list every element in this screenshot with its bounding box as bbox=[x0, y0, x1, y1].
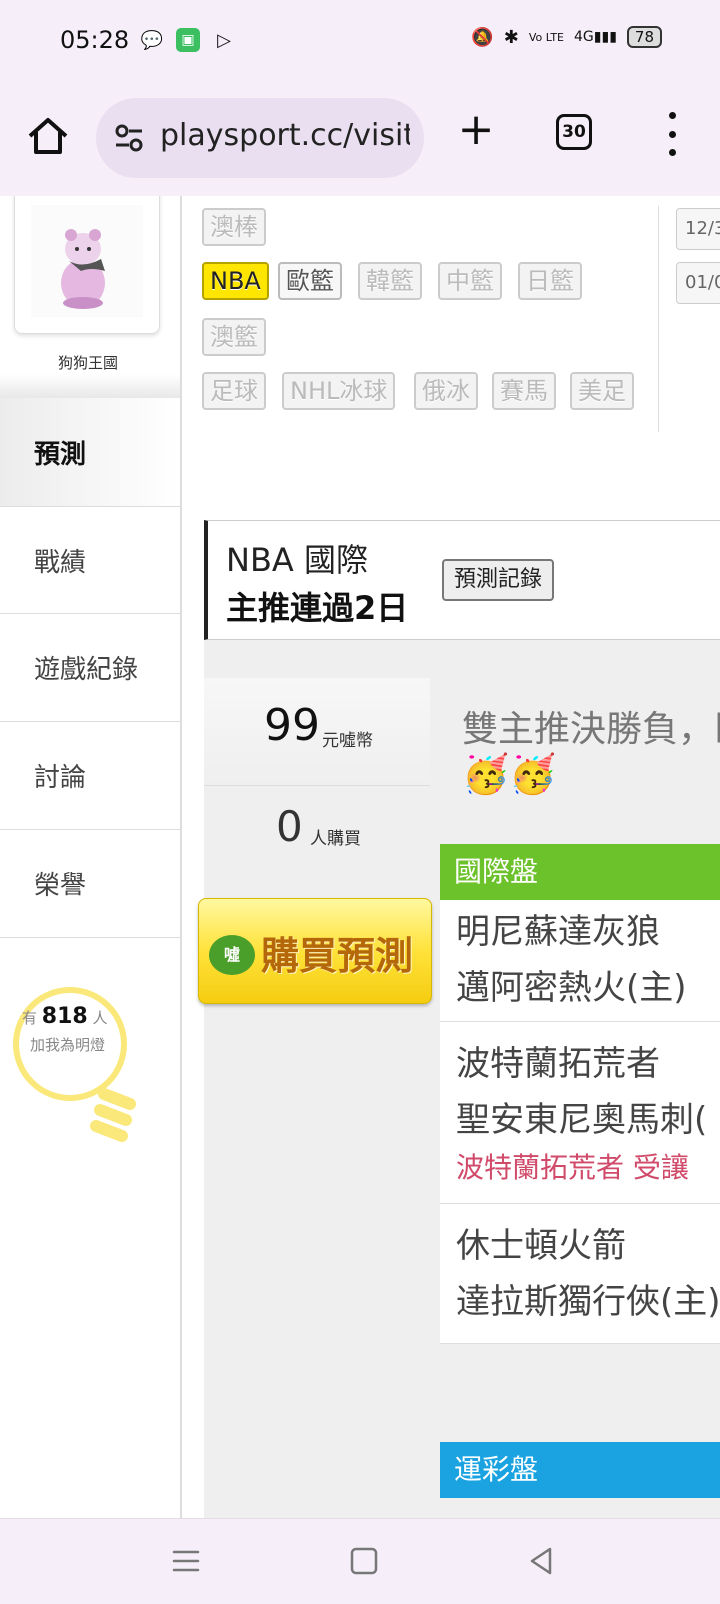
sidebar-border bbox=[180, 196, 182, 1518]
bluetooth-icon: ✱ bbox=[503, 26, 519, 48]
notification-icons: 💬 ▣ ▷ bbox=[140, 28, 236, 52]
new-tab-button[interactable]: + bbox=[456, 108, 496, 152]
match-home-team: 聖安東尼奧馬刺( bbox=[456, 1100, 708, 1140]
profile-name[interactable]: 狗狗王國 bbox=[0, 352, 176, 373]
chat-bubble-icon: 💬 bbox=[140, 29, 164, 51]
fans-prefix: 有 bbox=[22, 1009, 38, 1027]
sidebar-tab-label: 榮譽 bbox=[34, 871, 87, 901]
price-value: 99 bbox=[264, 700, 320, 751]
site-settings-icon[interactable] bbox=[114, 124, 144, 152]
tab-switcher-button[interactable]: 30 bbox=[556, 114, 592, 150]
url-text[interactable]: playsport.cc/visit bbox=[160, 118, 410, 153]
sidebar-tab-predict[interactable]: 預測 bbox=[0, 398, 180, 506]
menu-dot-icon bbox=[668, 149, 676, 156]
recent-apps-icon[interactable] bbox=[166, 1541, 206, 1581]
play-store-icon: ▷ bbox=[217, 29, 231, 51]
filter-chip[interactable]: 中籃 bbox=[438, 262, 502, 300]
status-time: 05:28 bbox=[60, 26, 130, 54]
sidebar-tab-label: 預測 bbox=[34, 439, 87, 470]
address-bar[interactable]: playsport.cc/visit bbox=[96, 98, 424, 178]
fans-number: 818 bbox=[41, 1004, 88, 1029]
sidebar-tab-honor[interactable]: 榮譽 bbox=[0, 830, 180, 938]
match-home-team: 邁阿密熱火(主) bbox=[456, 968, 687, 1008]
buy-prediction-label: 購買預測 bbox=[261, 934, 414, 978]
menu-dot-icon bbox=[668, 130, 676, 138]
fans-suffix: 人 bbox=[92, 1009, 108, 1027]
sidebar-tab-discussion[interactable]: 討論 bbox=[0, 722, 180, 830]
profile-card[interactable] bbox=[14, 196, 160, 334]
fans-label: 加我為明燈 bbox=[30, 1036, 106, 1054]
battery-icon: 78 bbox=[626, 26, 662, 48]
volte-icon: Vo LTE bbox=[528, 30, 565, 44]
sidebar-tab-label: 遊戲紀錄 bbox=[34, 655, 139, 685]
filter-divider bbox=[658, 206, 659, 432]
price-box: 99 元噓幣 bbox=[204, 678, 430, 786]
mute-icon: 🔕 bbox=[471, 26, 494, 48]
filter-chip[interactable]: 澳棒 bbox=[202, 208, 266, 246]
filter-chip[interactable]: 足球 bbox=[202, 372, 266, 410]
buy-prediction-button[interactable]: 噓 購買預測 bbox=[198, 898, 432, 1004]
prediction-league: NBA 國際 bbox=[226, 541, 368, 579]
status-bar: 05:28 💬 ▣ ▷ 🔕 ✱ Vo LTE 4G▮▮▮ 78 bbox=[0, 0, 720, 84]
network-type: 4G bbox=[574, 29, 594, 45]
prediction-record-button[interactable]: 預測記錄 bbox=[442, 559, 555, 601]
date-selector[interactable]: 12/3 bbox=[676, 208, 720, 250]
battery-level: 78 bbox=[634, 28, 654, 46]
filter-chip[interactable]: 俄冰 bbox=[414, 372, 478, 410]
sidebar-tab-label: 討論 bbox=[34, 763, 87, 793]
match-home-team: 達拉斯獨行俠(主) bbox=[456, 1282, 720, 1322]
filter-chip[interactable]: NHL冰球 bbox=[282, 372, 396, 410]
date-selector[interactable]: 01/0 bbox=[676, 262, 720, 304]
section-lottery: 運彩盤 bbox=[440, 1442, 720, 1498]
menu-dot-icon bbox=[668, 112, 676, 119]
sidebar-tab-game-log[interactable]: 遊戲紀錄 bbox=[0, 614, 180, 722]
system-nav-bar bbox=[0, 1518, 720, 1604]
sidebar-tab-record[interactable]: 戰績 bbox=[0, 506, 180, 614]
page-content: 狗狗王國 預測 戰績 遊戲紀錄 討論 榮譽 有 818 人 加我為明燈 澳棒 N… bbox=[0, 196, 720, 1518]
avatar bbox=[31, 205, 143, 317]
sidebar-tab-label: 戰績 bbox=[34, 547, 87, 578]
section-international: 國際盤 bbox=[440, 844, 720, 900]
back-icon[interactable] bbox=[522, 1541, 562, 1581]
prediction-streak: 主推連過2日 bbox=[226, 589, 409, 627]
prediction-header: NBA 國際 主推連過2日 預測記錄 bbox=[204, 520, 720, 640]
filter-chip[interactable]: 美足 bbox=[570, 372, 634, 410]
match-handicap-note: 波特蘭拓荒者 受讓 bbox=[456, 1151, 689, 1184]
party-emoji: 🥳🥳 bbox=[462, 752, 557, 796]
home-nav-icon[interactable] bbox=[344, 1541, 384, 1581]
browser-menu-button[interactable] bbox=[660, 112, 684, 156]
match-away-team: 明尼蘇達灰狼 bbox=[456, 912, 660, 952]
filter-chip[interactable]: 賽馬 bbox=[492, 372, 556, 410]
price-unit: 元噓幣 bbox=[322, 731, 373, 751]
browser-toolbar: playsport.cc/visit + 30 bbox=[0, 84, 720, 196]
filter-chip[interactable]: 日籃 bbox=[518, 262, 582, 300]
system-status-icons: 🔕 ✱ Vo LTE 4G▮▮▮ 78 bbox=[471, 26, 662, 48]
match-away-team: 波特蘭拓荒者 bbox=[456, 1044, 660, 1084]
filter-chip[interactable]: 歐籃 bbox=[278, 262, 342, 300]
prediction-headline: 雙主推決勝負，卧 bbox=[462, 709, 720, 750]
home-icon[interactable] bbox=[26, 114, 70, 158]
match-item[interactable]: 波特蘭拓荒者 聖安東尼奧馬刺( 波特蘭拓荒者 受讓 bbox=[440, 1022, 720, 1204]
signal-icon: 4G▮▮▮ bbox=[574, 29, 617, 45]
match-away-team: 休士頓火箭 bbox=[456, 1226, 626, 1266]
coin-icon: 噓 bbox=[209, 935, 255, 975]
match-item[interactable]: 休士頓火箭 達拉斯獨行俠(主) bbox=[440, 1204, 720, 1344]
filter-chip-selected[interactable]: NBA bbox=[202, 262, 269, 300]
fans-count: 有 818 人 bbox=[22, 1004, 108, 1029]
filter-chip[interactable]: 澳籃 bbox=[202, 318, 266, 356]
app-notification-icon: ▣ bbox=[176, 28, 200, 52]
match-item[interactable]: 明尼蘇達灰狼 邁阿密熱火(主) bbox=[440, 900, 720, 1022]
filter-chip[interactable]: 韓籃 bbox=[358, 262, 422, 300]
buyers-count: 0 bbox=[276, 802, 303, 851]
buyers-unit: 人購買 bbox=[310, 829, 361, 849]
sidebar-divider bbox=[0, 374, 180, 398]
